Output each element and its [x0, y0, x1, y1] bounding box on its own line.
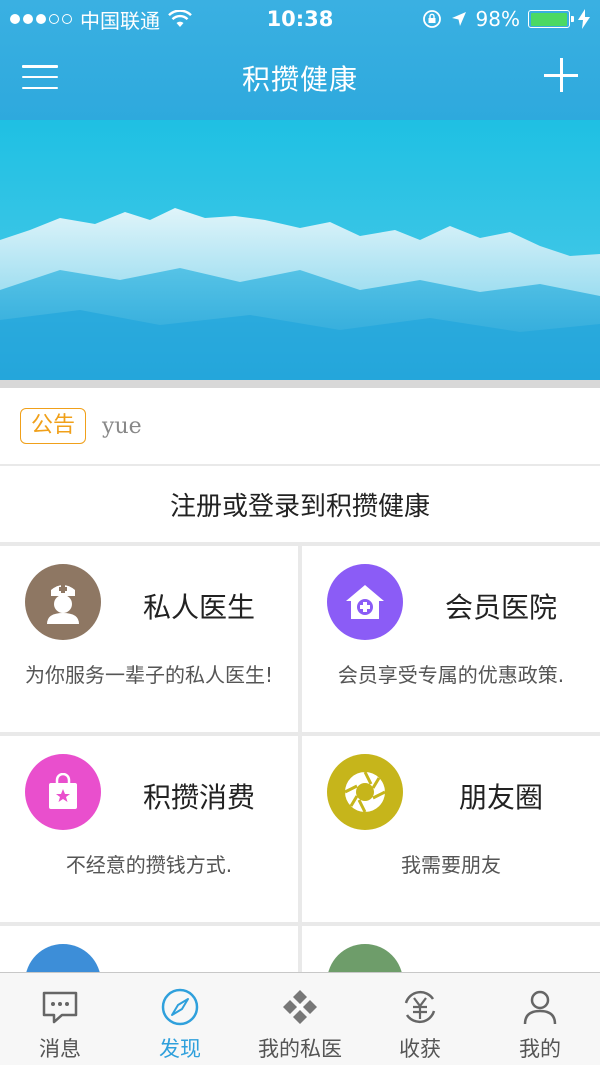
nav-bar: 积攒健康	[0, 38, 600, 120]
banner-image[interactable]	[0, 120, 600, 380]
tab-label: 我的	[519, 1037, 561, 1061]
yuan-exchange-icon	[404, 990, 436, 1024]
tab-messages[interactable]: 消息	[0, 973, 120, 1065]
message-icon	[42, 991, 78, 1024]
user-icon	[523, 990, 557, 1025]
signal-strength-icon	[10, 14, 72, 24]
tab-my-doctor[interactable]: 我的私医	[240, 973, 360, 1065]
location-arrow-icon	[451, 12, 466, 26]
clover-icon	[283, 990, 317, 1024]
card-title: 会员医院	[444, 591, 557, 624]
register-login-label: 注册或登录到积攒健康	[169, 491, 430, 522]
card-description: 会员享受专属的优惠政策.	[337, 663, 565, 687]
member-hospital-card[interactable]: 会员医院 会员享受专属的优惠政策.	[302, 546, 600, 732]
orientation-lock-icon	[422, 10, 441, 28]
card-title: 朋友圈	[458, 781, 543, 814]
card-description: 不经意的攒钱方式.	[65, 853, 233, 877]
shopping-bag-icon	[25, 754, 101, 830]
page-title: 积攒健康	[241, 63, 358, 96]
compass-icon	[161, 988, 199, 1026]
tab-label: 我的私医	[258, 1037, 342, 1061]
register-login-button[interactable]: 注册或登录到积攒健康	[0, 466, 600, 542]
private-doctor-card[interactable]: 私人医生 为你服务一辈子的私人医生!	[0, 546, 298, 732]
header: 中国联通 10:38 98% 积攒健康	[0, 0, 600, 120]
battery-icon	[528, 10, 574, 28]
nurse-icon	[25, 564, 101, 640]
card-description: 我需要朋友	[401, 853, 501, 877]
tab-mine[interactable]: 我的	[480, 973, 600, 1065]
wifi-icon	[168, 10, 192, 27]
card-description: 为你服务一辈子的私人医生!	[24, 663, 274, 687]
banner-divider	[0, 380, 600, 388]
card-title: 私人医生	[142, 591, 255, 624]
aperture-icon	[327, 754, 403, 830]
battery-percent: 98%	[475, 7, 520, 31]
card-title: 积攒消费	[142, 781, 255, 814]
tab-label: 发现	[159, 1037, 201, 1061]
savings-consumption-card[interactable]: 积攒消费 不经意的攒钱方式.	[0, 736, 298, 922]
tab-label: 消息	[39, 1037, 81, 1061]
carrier-label: 中国联通	[80, 8, 160, 33]
notice-bar[interactable]: 公告 yue	[0, 388, 600, 464]
hospital-icon	[327, 564, 403, 640]
friends-circle-card[interactable]: 朋友圈 我需要朋友	[302, 736, 600, 922]
tab-label: 收获	[399, 1037, 441, 1061]
tab-discover[interactable]: 发现	[120, 973, 240, 1065]
tab-harvest[interactable]: 收获	[360, 973, 480, 1065]
status-bar: 中国联通 10:38 98%	[0, 0, 600, 38]
notice-badge: 公告	[20, 408, 87, 444]
tab-bar: 消息 发现 我的私医 收获 我的	[0, 972, 600, 1065]
charging-bolt-icon	[578, 9, 590, 29]
plus-icon[interactable]	[544, 58, 578, 92]
notice-text: yue	[102, 413, 142, 439]
